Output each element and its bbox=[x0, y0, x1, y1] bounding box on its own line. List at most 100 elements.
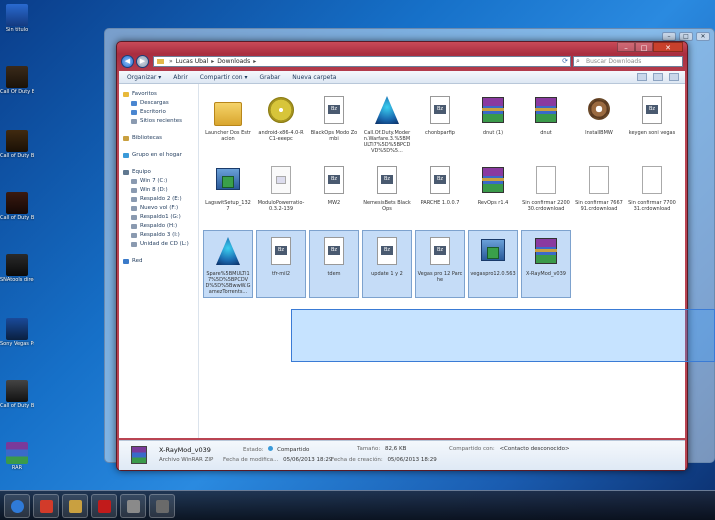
sidebar-item-icon bbox=[123, 259, 129, 264]
file-item[interactable]: Sin confirmar 766791.crdownload bbox=[574, 160, 624, 228]
maximize-button[interactable]: □ bbox=[635, 42, 653, 52]
open-button[interactable]: Abrir bbox=[173, 74, 188, 81]
file-item[interactable]: Spare%5BMULTi17%5D%5BPCDVD%5D%5BwwW.Game… bbox=[203, 230, 253, 298]
file-item[interactable]: Bz NemesisBets Black Ops bbox=[362, 160, 412, 228]
desktop-icon[interactable]: Call of Duty Black Ops Multi bbox=[0, 380, 34, 409]
file-name: tfr-mil2 bbox=[271, 271, 291, 277]
taskbar-acrobat[interactable] bbox=[91, 493, 117, 518]
share-button[interactable]: Compartir con ▾ bbox=[200, 74, 248, 81]
file-item[interactable]: Bz BlackOps Modo Zombi bbox=[309, 90, 359, 158]
file-item[interactable]: android-x86-4.0-RC1-eeepc bbox=[256, 90, 306, 158]
file-item[interactable]: Sin confirmar 770031.crdownload bbox=[627, 160, 677, 228]
winrar-icon bbox=[477, 94, 509, 128]
sidebar-item[interactable]: Nuevo vol (F:) bbox=[119, 204, 198, 213]
burn-button[interactable]: Grabar bbox=[260, 74, 281, 81]
file-item[interactable]: dnut bbox=[521, 90, 571, 158]
taskbar-tool[interactable] bbox=[149, 493, 175, 518]
view-options-icon[interactable] bbox=[637, 73, 647, 81]
details-pane: X-RayMod_v039 Archivo WinRAR ZIP Estado:… bbox=[119, 440, 685, 470]
file-item[interactable]: vegaspro12.0.563 bbox=[468, 230, 518, 298]
file-name: chonbparfip bbox=[425, 130, 455, 136]
sidebar-item[interactable]: Equipo bbox=[119, 168, 198, 177]
file-name: Sin confirmar 766791.crdownload bbox=[575, 200, 623, 212]
desktop-icon[interactable]: Call of Duty Black Ops II bbox=[0, 192, 34, 221]
sidebar-item[interactable]: Bibliotecas bbox=[119, 134, 198, 143]
preview-pane-icon[interactable] bbox=[653, 73, 663, 81]
taskbar-game[interactable] bbox=[120, 493, 146, 518]
file-item[interactable]: Sin confirmar 220030.crdownload bbox=[521, 160, 571, 228]
sidebar-item[interactable]: Respaldo (H:) bbox=[119, 222, 198, 231]
maximize-icon[interactable]: □ bbox=[679, 32, 693, 41]
search-input[interactable]: ⌕ Buscar Downloads bbox=[573, 56, 683, 67]
sidebar-item[interactable]: Respaldo 2 (E:) bbox=[119, 195, 198, 204]
sidebar-item[interactable]: Escritorio bbox=[119, 108, 198, 117]
help-icon[interactable] bbox=[669, 73, 679, 81]
file-item[interactable]: Bz tfr-mil2 bbox=[256, 230, 306, 298]
file-item[interactable]: Bz Vegas pro 12 Parche bbox=[415, 230, 465, 298]
taskbar-files[interactable] bbox=[62, 493, 88, 518]
refresh-icon[interactable]: ⟳ bbox=[562, 57, 568, 66]
document-icon: Bz bbox=[424, 94, 456, 128]
details-status-value: Compartido bbox=[277, 447, 310, 453]
new-folder-button[interactable]: Nueva carpeta bbox=[292, 74, 336, 81]
sidebar-item[interactable]: Win 7 (C:) bbox=[119, 177, 198, 186]
sidebar-item[interactable]: Respaldo1 (G:) bbox=[119, 213, 198, 222]
file-item[interactable]: InstallBMW bbox=[574, 90, 624, 158]
sidebar-item[interactable]: Red bbox=[119, 257, 198, 266]
sidebar-item[interactable]: Descargas bbox=[119, 99, 198, 108]
minimize-button[interactable]: – bbox=[617, 42, 635, 52]
file-item[interactable]: Bz update 1 y 2 bbox=[362, 230, 412, 298]
title-bar[interactable]: – □ ✕ bbox=[117, 42, 687, 54]
close-icon[interactable]: ✕ bbox=[696, 32, 710, 41]
file-item[interactable]: Bz MW2 bbox=[309, 160, 359, 228]
chevron-right-icon: » bbox=[169, 58, 173, 65]
details-file-type: Archivo WinRAR ZIP bbox=[159, 457, 214, 463]
sidebar-item-label: Favoritos bbox=[132, 91, 157, 97]
command-bar: Organizar ▾ Abrir Compartir con ▾ Grabar… bbox=[119, 71, 685, 84]
back-button[interactable]: ◀ bbox=[121, 55, 134, 68]
file-name: update 1 y 2 bbox=[371, 271, 403, 277]
file-item[interactable]: Bz tdem bbox=[309, 230, 359, 298]
desktop-icon[interactable]: Call Of Duty Black Ops bbox=[0, 66, 34, 95]
minimize-icon[interactable]: – bbox=[662, 32, 676, 41]
organize-button[interactable]: Organizar ▾ bbox=[127, 74, 161, 81]
file-item[interactable]: Launcher Dos Estracion bbox=[203, 90, 253, 158]
file-item[interactable]: Bz chonbparfip bbox=[415, 90, 465, 158]
sidebar-item-label: Sitios recientes bbox=[140, 118, 183, 124]
desktop-icon[interactable]: Sin título bbox=[0, 4, 34, 33]
close-button[interactable]: ✕ bbox=[653, 42, 683, 52]
sidebar-item[interactable]: Favoritos bbox=[119, 90, 198, 99]
sidebar-item[interactable]: Sitios recientes bbox=[119, 117, 198, 126]
file-item[interactable]: LagswitSetup_1327 bbox=[203, 160, 253, 228]
sidebar-item-icon bbox=[131, 233, 137, 238]
file-item[interactable]: Call.Of.Duty.Modern.Warfare.3.%5BMULTi7%… bbox=[362, 90, 412, 158]
sidebar-item-icon bbox=[123, 153, 129, 158]
sidebar-item[interactable]: Unidad de CD (L:) bbox=[119, 240, 198, 249]
file-item[interactable]: X-RayMod_v039 bbox=[521, 230, 571, 298]
file-item[interactable]: Bz PARCHE 1.0.0.7 bbox=[415, 160, 465, 228]
sidebar-item[interactable]: Respaldo 3 (I:) bbox=[119, 231, 198, 240]
sidebar-item[interactable]: Grupo en el hogar bbox=[119, 151, 198, 160]
file-item[interactable]: RevOps r1.4 bbox=[468, 160, 518, 228]
vegas-icon bbox=[6, 318, 28, 340]
taskbar-start-button[interactable] bbox=[4, 493, 30, 518]
desktop-icon[interactable]: Sony Vegas Pro 12.0 (64-bit) bbox=[0, 318, 34, 347]
taskbar-chrome[interactable] bbox=[33, 493, 59, 518]
sidebar-item[interactable]: Win 8 (D:) bbox=[119, 186, 198, 195]
file-item[interactable]: ModuloPowerratio-0.3.2-139 bbox=[256, 160, 306, 228]
forward-button[interactable]: ▶ bbox=[136, 55, 149, 68]
breadcrumb-downloads[interactable]: Downloads bbox=[217, 58, 250, 65]
desktop-icon[interactable]: SNAtools directo bbox=[0, 254, 34, 283]
view-controls bbox=[637, 73, 685, 81]
document-icon: Bz bbox=[424, 235, 456, 269]
file-name: BlackOps Modo Zombi bbox=[310, 130, 358, 142]
file-item[interactable]: dnut (1) bbox=[468, 90, 518, 158]
sidebar-item-label: Descargas bbox=[140, 100, 169, 106]
breadcrumb-user[interactable]: Lucas Ubal bbox=[176, 58, 209, 65]
desktop-icon[interactable]: Call of Duty Black Ops bbox=[0, 130, 34, 159]
desktop-icon[interactable]: RAR bbox=[0, 442, 34, 471]
desktop-icon-label: Call of Duty Black Ops Multi bbox=[0, 403, 34, 409]
file-item[interactable]: Bz keygen soni vegas bbox=[627, 90, 677, 158]
address-bar[interactable]: » Lucas Ubal ▸ Downloads ▸ ⟳ bbox=[153, 56, 571, 67]
